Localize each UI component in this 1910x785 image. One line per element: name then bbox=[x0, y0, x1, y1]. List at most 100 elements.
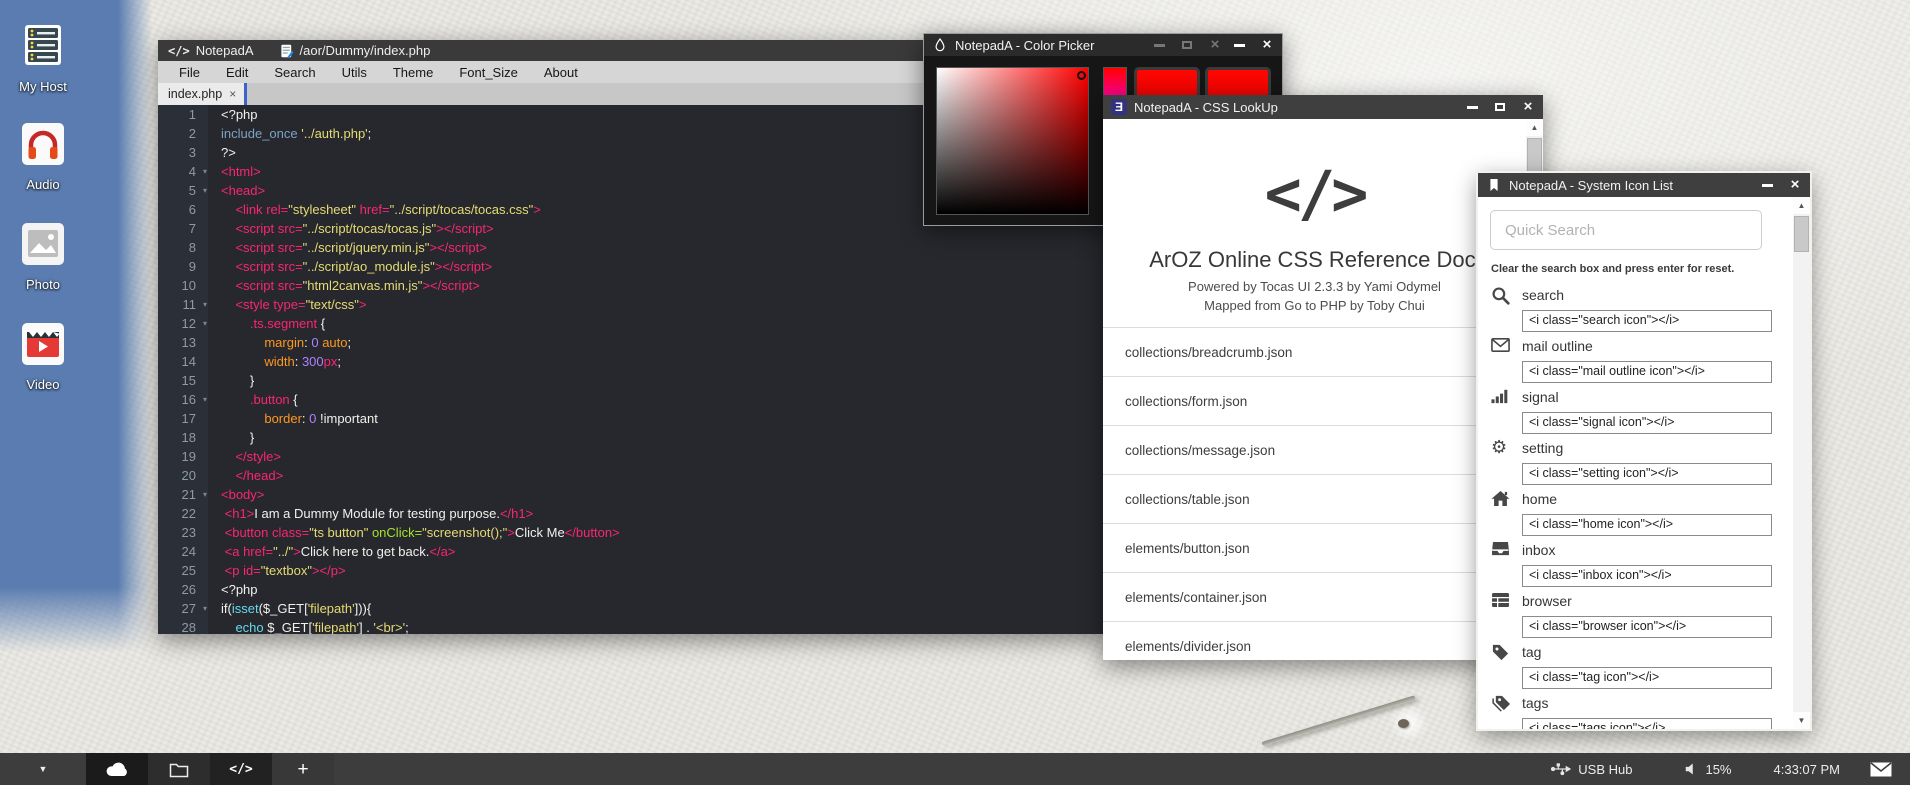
icon-code-field[interactable]: <i class="tags icon"></i> bbox=[1522, 718, 1772, 729]
menu-item-about[interactable]: About bbox=[531, 65, 591, 80]
tab-index-php[interactable]: index.php × bbox=[158, 83, 244, 105]
desktop-icon-photo[interactable]: Photo bbox=[0, 220, 86, 292]
icon-code-field[interactable]: <i class="search icon"></i> bbox=[1522, 310, 1772, 332]
line-number: 13 bbox=[158, 333, 208, 352]
code-line[interactable]: 15 } bbox=[158, 371, 1106, 390]
lookup-list-item[interactable]: elements/button.json bbox=[1103, 523, 1526, 572]
code-line[interactable]: 10 <script src="html2canvas.min.js"></sc… bbox=[158, 276, 1106, 295]
code-icon: </> bbox=[168, 44, 190, 58]
menu-item-search[interactable]: Search bbox=[261, 65, 328, 80]
code-line[interactable]: 14 width: 300px; bbox=[158, 352, 1106, 371]
scrollbar-thumb[interactable] bbox=[1794, 216, 1809, 252]
code-line[interactable]: 19 </style> bbox=[158, 447, 1106, 466]
tray-volume-label: 15% bbox=[1705, 762, 1731, 777]
close-button[interactable]: × bbox=[1260, 38, 1274, 52]
code-line[interactable]: 13 margin: 0 auto; bbox=[158, 333, 1106, 352]
icon-code-field[interactable]: <i class="mail outline icon"></i> bbox=[1522, 361, 1772, 383]
wall-pin-glow bbox=[1388, 706, 1430, 740]
line-number: 25 bbox=[158, 561, 208, 580]
close-button[interactable]: × bbox=[1521, 100, 1535, 114]
code-line[interactable]: 24 <a href="../">Click here to get back.… bbox=[158, 542, 1106, 561]
envelope-icon bbox=[1870, 762, 1892, 777]
code-line[interactable]: 18 } bbox=[158, 428, 1106, 447]
icon-code-field[interactable]: <i class="inbox icon"></i> bbox=[1522, 565, 1772, 587]
scroll-up-icon[interactable]: ▲ bbox=[1526, 119, 1543, 136]
line-number: 23 bbox=[158, 523, 208, 542]
code-line[interactable]: 27▾if(isset($_GET['filepath'])){ bbox=[158, 599, 1106, 618]
maximize-button[interactable] bbox=[1493, 100, 1507, 114]
code-line[interactable]: 26<?php bbox=[158, 580, 1106, 599]
code-line[interactable]: 16▾ .button { bbox=[158, 390, 1106, 409]
lookup-list-item[interactable]: collections/breadcrumb.json bbox=[1103, 327, 1526, 376]
window-title: NotepadA - CSS LookUp bbox=[1134, 100, 1455, 115]
scrollbar[interactable]: ▲ ▼ bbox=[1793, 197, 1810, 729]
code-line[interactable]: 8 <script src="../script/jquery.min.js">… bbox=[158, 238, 1106, 257]
icon-list-item-signal: signal<i class="signal icon"></i> bbox=[1478, 387, 1793, 438]
code-line[interactable]: 23 <button class="ts button" onClick="sc… bbox=[158, 523, 1106, 542]
icon-code-field[interactable]: <i class="signal icon"></i> bbox=[1522, 412, 1772, 434]
line-number: 21▾ bbox=[158, 485, 208, 504]
fold-caret-icon[interactable]: ▾ bbox=[203, 162, 207, 181]
scroll-up-icon[interactable]: ▲ bbox=[1793, 197, 1810, 214]
code-line[interactable]: 12▾ .ts.segment { bbox=[158, 314, 1106, 333]
fold-caret-icon[interactable]: ▾ bbox=[203, 314, 207, 333]
taskbar-add-button[interactable]: + bbox=[272, 753, 334, 785]
icon-list-item-mail-outline: mail outline<i class="mail outline icon"… bbox=[1478, 336, 1793, 387]
taskbar-item-notepada[interactable]: </> bbox=[210, 753, 272, 785]
color-cursor[interactable] bbox=[1077, 71, 1086, 80]
saturation-value-gradient[interactable] bbox=[936, 67, 1089, 215]
code-line[interactable]: 20 </head> bbox=[158, 466, 1106, 485]
minimize-icon-disabled bbox=[1152, 38, 1166, 52]
close-button[interactable]: × bbox=[1788, 178, 1802, 192]
code-line[interactable]: 21▾<body> bbox=[158, 485, 1106, 504]
icon-code-field[interactable]: <i class="setting icon"></i> bbox=[1522, 463, 1772, 485]
tray-clock[interactable]: 4:33:07 PM bbox=[1774, 762, 1841, 777]
tray-volume[interactable]: 15% bbox=[1684, 762, 1731, 777]
tray-usb[interactable]: USB Hub bbox=[1551, 762, 1632, 777]
menu-item-font_size[interactable]: Font_Size bbox=[446, 65, 531, 80]
tray-notifications[interactable] bbox=[1870, 762, 1892, 777]
minimize-button[interactable] bbox=[1465, 100, 1479, 114]
menu-item-utils[interactable]: Utils bbox=[329, 65, 380, 80]
lookup-list-item[interactable]: elements/container.json bbox=[1103, 572, 1526, 621]
code-line[interactable]: 28 echo $_GET['filepath'] . '<br>'; bbox=[158, 618, 1106, 634]
menu-item-theme[interactable]: Theme bbox=[380, 65, 446, 80]
code-line[interactable]: 9 <script src="../script/ao_module.js"><… bbox=[158, 257, 1106, 276]
code-text: <script src="html2canvas.min.js"></scrip… bbox=[208, 276, 480, 295]
fold-caret-icon[interactable]: ▾ bbox=[203, 485, 207, 504]
quick-search-input[interactable] bbox=[1490, 210, 1762, 250]
menu-item-edit[interactable]: Edit bbox=[213, 65, 261, 80]
fold-caret-icon[interactable]: ▾ bbox=[203, 181, 207, 200]
minimize-button[interactable] bbox=[1760, 178, 1774, 192]
desktop-icon-audio[interactable]: Audio bbox=[0, 120, 86, 192]
line-number: 22 bbox=[158, 504, 208, 523]
icon-code-field[interactable]: <i class="home icon"></i> bbox=[1522, 514, 1772, 536]
code-text: <script src="../script/jquery.min.js"></… bbox=[208, 238, 487, 257]
minimize-button[interactable] bbox=[1232, 38, 1246, 52]
color-picker-titlebar[interactable]: NotepadA - Color Picker × × bbox=[924, 34, 1282, 56]
icon-code-field[interactable]: <i class="browser icon"></i> bbox=[1522, 616, 1772, 638]
lookup-list-item[interactable]: collections/form.json bbox=[1103, 376, 1526, 425]
scroll-down-icon[interactable]: ▼ bbox=[1793, 712, 1810, 729]
tab-close-icon[interactable]: × bbox=[229, 87, 236, 101]
fold-caret-icon[interactable]: ▾ bbox=[203, 390, 207, 409]
lookup-list-item[interactable]: elements/divider.json bbox=[1103, 621, 1526, 660]
lookup-list-item[interactable]: collections/message.json bbox=[1103, 425, 1526, 474]
lookup-list-item[interactable]: collections/table.json bbox=[1103, 474, 1526, 523]
menu-item-file[interactable]: File bbox=[166, 65, 213, 80]
fold-caret-icon[interactable]: ▾ bbox=[203, 599, 207, 618]
code-line[interactable]: 11▾ <style type="text/css"> bbox=[158, 295, 1106, 314]
icon-list-titlebar[interactable]: NotepadA - System Icon List × bbox=[1478, 173, 1810, 197]
taskbar-expand-button[interactable]: ▼ bbox=[0, 753, 86, 785]
desktop-icon-my-host[interactable]: My Host bbox=[0, 22, 86, 94]
code-line[interactable]: 25 <p id="textbox"></p> bbox=[158, 561, 1106, 580]
icon-code-field[interactable]: <i class="tag icon"></i> bbox=[1522, 667, 1772, 689]
taskbar-item-files[interactable] bbox=[148, 753, 210, 785]
code-line[interactable]: 22 <h1>I am a Dummy Module for testing p… bbox=[158, 504, 1106, 523]
css-lookup-titlebar[interactable]: Ǝ NotepadA - CSS LookUp × bbox=[1103, 95, 1543, 119]
code-line[interactable]: 17 border: 0 !important bbox=[158, 409, 1106, 428]
fold-caret-icon[interactable]: ▾ bbox=[203, 295, 207, 314]
taskbar-item-cloud[interactable] bbox=[86, 753, 148, 785]
desktop-icon-video[interactable]: Video bbox=[0, 320, 86, 392]
folder-icon bbox=[169, 761, 189, 778]
